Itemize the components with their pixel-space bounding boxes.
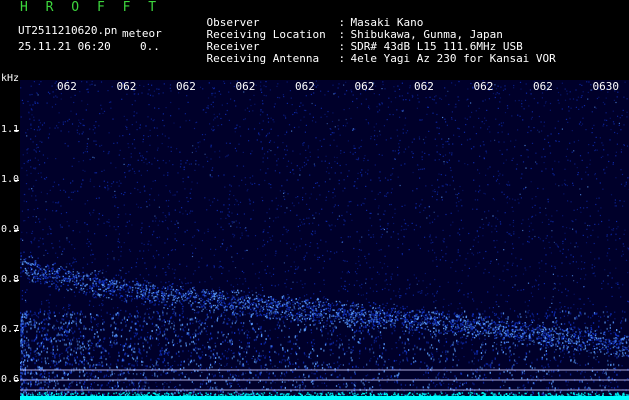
- time-tick-label: 062: [176, 80, 196, 93]
- frequency-tick: [14, 380, 19, 381]
- file-type-label: meteor: [122, 27, 162, 40]
- time-tick-label: 062: [473, 80, 494, 93]
- time-tick-label: 0630: [592, 80, 620, 93]
- time-tick-label: 062: [295, 80, 315, 93]
- spectrogram-canvas: [20, 80, 629, 400]
- frequency-tick: [14, 130, 19, 131]
- file-name: UT2511210620.pn: [18, 24, 118, 37]
- spectrogram-plot: [20, 80, 629, 400]
- frequency-tick: [14, 230, 19, 231]
- info-separator: :: [338, 52, 346, 65]
- info-value: 4ele Yagi Az 230 for Kansai VOR: [350, 52, 556, 65]
- time-tick-label: 062: [533, 80, 553, 93]
- timestamp: 25.11.21 06:20: [18, 40, 111, 53]
- time-tick-label: 062: [116, 80, 137, 93]
- frequency-tick: [14, 180, 19, 181]
- spectrogram-window: H R O F F T UT2511210620.pn meteor 25.11…: [0, 0, 629, 400]
- time-tick-label: 062: [354, 80, 375, 93]
- frequency-tick: [14, 280, 19, 281]
- time-tick-label: 062: [57, 80, 77, 93]
- frequency-axis: [0, 72, 20, 400]
- status-value: 0..: [140, 40, 160, 53]
- info-row-antenna: Receiving Antenna:4ele Yagi Az 230 for K…: [180, 41, 556, 77]
- info-label: Receiving Antenna: [206, 52, 320, 65]
- app-title: H R O F F T: [20, 0, 162, 15]
- time-tick-label: 062: [235, 80, 256, 93]
- time-tick-label: 062: [414, 80, 434, 93]
- frequency-tick: [14, 330, 19, 331]
